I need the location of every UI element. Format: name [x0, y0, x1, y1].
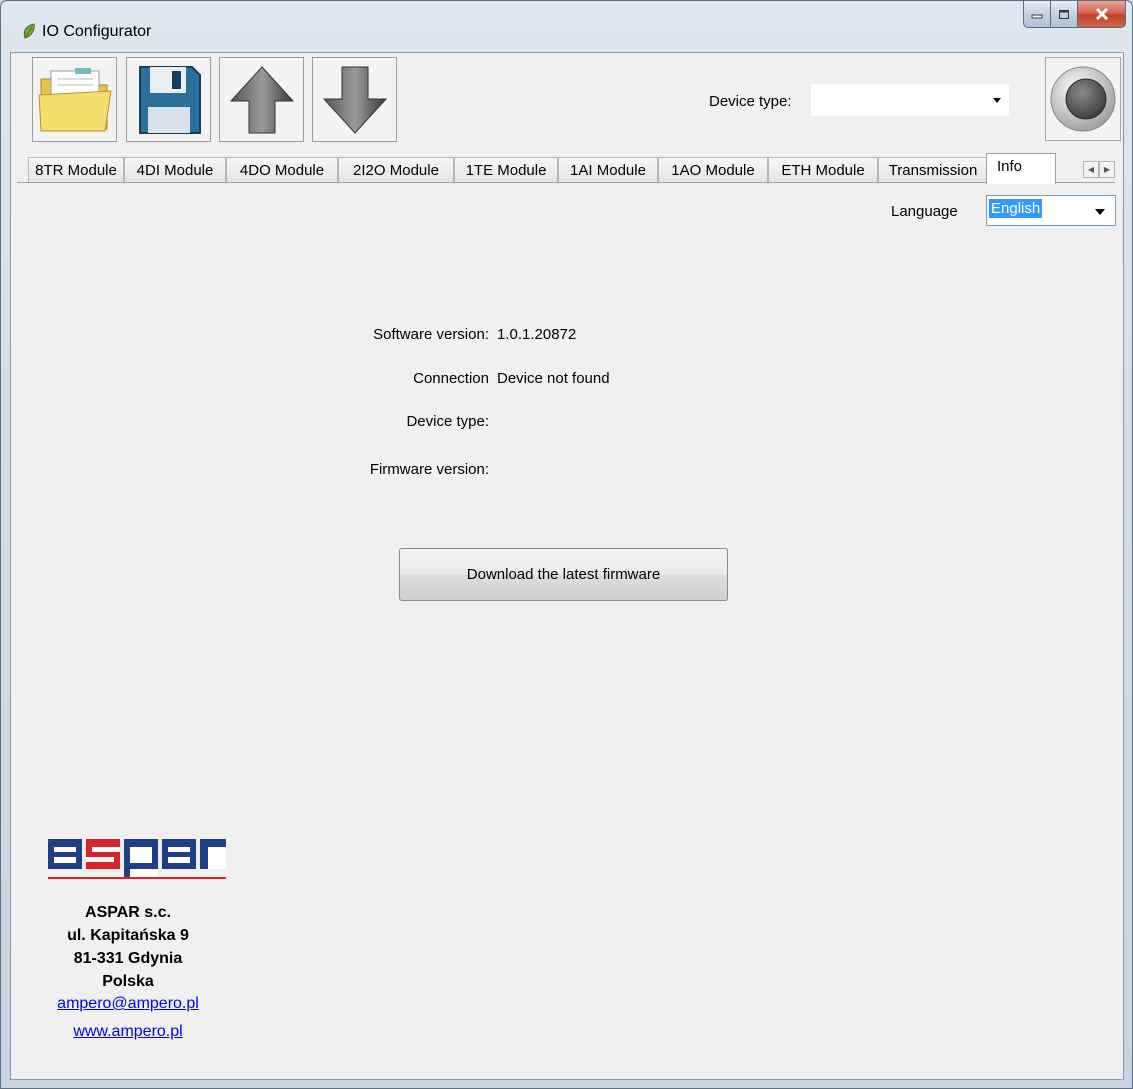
client-area: Device type: 8TR Module 4DI Module 4DO M… — [10, 52, 1124, 1080]
tab-1ai-module[interactable]: 1AI Module — [558, 157, 658, 183]
company-address: ASPAR s.c. ul. Kapitańska 9 81-331 Gdyni… — [23, 901, 233, 993]
title-bar[interactable]: IO Configurator — [1, 1, 1132, 51]
tab-transmission[interactable]: Transmission — [878, 157, 988, 183]
tab-label: 4DO Module — [239, 162, 325, 179]
caption-buttons — [1023, 1, 1126, 28]
company-city: 81-331 Gdynia — [73, 950, 183, 967]
tab-label: 8TR Module — [35, 162, 117, 179]
tab-1ao-module[interactable]: 1AO Module — [658, 157, 768, 183]
connect-button[interactable] — [1045, 57, 1121, 141]
device-type-label: Device type: — [406, 413, 489, 430]
toolbar: Device type: — [11, 53, 1123, 149]
tab-label: 1AO Module — [671, 162, 755, 179]
maximize-button[interactable] — [1051, 1, 1078, 28]
open-button[interactable] — [32, 57, 117, 142]
connection-label: Connection — [413, 370, 489, 387]
tab-label: 1TE Module — [465, 162, 547, 179]
company-country: Polska — [102, 973, 154, 990]
aspar-logo — [48, 839, 226, 879]
app-window: IO Configurator Device type: 8TR Module … — [0, 0, 1133, 1089]
firmware-version-label: Firmware version: — [369, 461, 489, 478]
device-type-label: Device type: — [709, 93, 792, 110]
email-link[interactable]: ampero@ampero.pl — [23, 995, 233, 1013]
tab-label: Transmission — [888, 162, 978, 179]
upload-button[interactable] — [219, 57, 304, 142]
arrow-up-icon — [229, 65, 294, 133]
language-label: Language — [891, 203, 958, 220]
connect-ring-icon — [1050, 66, 1116, 132]
download-firmware-button[interactable]: Download the latest firmware — [399, 548, 728, 601]
minimize-button[interactable] — [1023, 1, 1051, 28]
download-button[interactable] — [312, 57, 397, 142]
floppy-save-icon — [138, 65, 201, 134]
tab-1te-module[interactable]: 1TE Module — [454, 157, 558, 183]
open-folder-icon — [37, 67, 112, 131]
close-button[interactable] — [1078, 1, 1126, 28]
close-icon — [1095, 8, 1108, 20]
chevron-down-icon — [993, 98, 1001, 103]
tab-2i2o-module[interactable]: 2I2O Module — [338, 157, 454, 183]
tab-4do-module[interactable]: 4DO Module — [226, 157, 338, 183]
scroll-left-icon[interactable]: ◀ — [1083, 161, 1099, 178]
minimize-icon — [1031, 14, 1043, 19]
tab-label: 4DI Module — [136, 162, 214, 179]
chevron-down-icon — [1095, 209, 1105, 215]
company-name: ASPAR s.c. — [85, 904, 171, 921]
tab-label: 2I2O Module — [353, 162, 439, 179]
arrow-down-icon — [322, 66, 387, 134]
software-version-value: 1.0.1.20872 — [497, 326, 577, 343]
connection-value: Device not found — [497, 370, 610, 387]
save-button[interactable] — [126, 57, 211, 142]
tab-label: Info — [997, 158, 1023, 175]
language-value: English — [989, 199, 1043, 218]
tab-eth-module[interactable]: ETH Module — [768, 157, 878, 183]
device-type-select[interactable] — [810, 83, 1010, 117]
company-street: ul. Kapitańska 9 — [67, 927, 189, 944]
module-tabs: 8TR Module 4DI Module 4DO Module 2I2O Mo… — [11, 153, 1123, 184]
info-panel: Language English Software version: 1.0.1… — [17, 182, 1116, 1076]
tab-label: ETH Module — [781, 162, 865, 179]
language-select[interactable]: English — [986, 195, 1116, 226]
software-version-label: Software version: — [373, 326, 489, 343]
tab-info[interactable]: Info — [986, 153, 1056, 184]
window-title: IO Configurator — [42, 23, 152, 40]
maximize-icon — [1059, 9, 1069, 19]
tab-4di-module[interactable]: 4DI Module — [124, 157, 226, 183]
website-link[interactable]: www.ampero.pl — [23, 1023, 233, 1041]
app-leaf-icon — [23, 23, 35, 39]
scroll-right-icon[interactable]: ▶ — [1099, 161, 1115, 178]
tab-8tr-module[interactable]: 8TR Module — [28, 157, 124, 183]
tab-scroll-buttons: ◀ ▶ — [1083, 161, 1115, 178]
tab-label: 1AI Module — [570, 162, 646, 179]
